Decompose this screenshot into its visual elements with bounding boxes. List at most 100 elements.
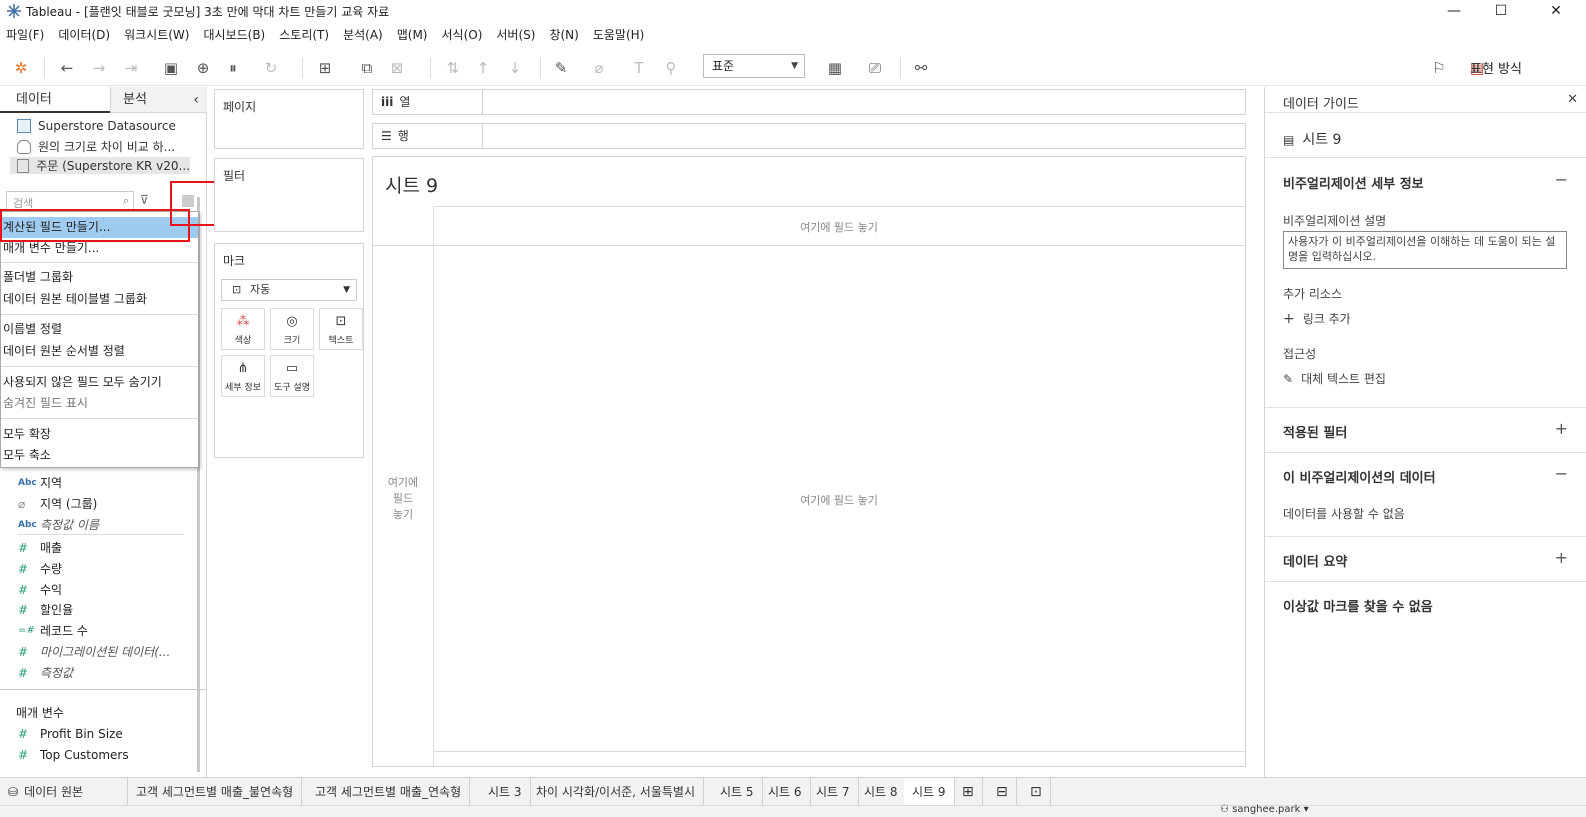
tooltip-button[interactable]: ▭ 도구 설명 — [270, 355, 314, 397]
data-summary-header[interactable]: 데이터 요약 — [1283, 551, 1347, 570]
datasource-item[interactable]: 원의 크기로 차이 비교 하... — [17, 138, 175, 155]
menu-worksheet[interactable]: 워크시트(W) — [124, 24, 189, 46]
sheet-tab[interactable]: 시트 8 — [856, 778, 907, 806]
view-size-select[interactable]: 표준 ▼ — [703, 54, 805, 78]
field-item[interactable]: Abc 측정값 이름 — [18, 516, 99, 533]
menu-help[interactable]: 도움말(H) — [593, 24, 645, 46]
add-link-button[interactable]: + 링크 추가 — [1283, 310, 1351, 327]
drop-zone-rows[interactable]: 여기에 필드 놓기 — [373, 475, 433, 523]
show-me-button[interactable]: 표현 방식 — [1470, 58, 1522, 77]
sheet-tab[interactable]: 차이 시각화/이서준, 서울특별시 — [528, 778, 705, 806]
sheet-tab-active[interactable]: 시트 9 — [904, 778, 955, 806]
pause-updates-icon[interactable]: ⏸ — [222, 57, 244, 79]
new-story-icon[interactable]: ⊡ — [1022, 778, 1051, 806]
share-icon[interactable]: ⚯ — [910, 57, 932, 79]
tab-datasource[interactable]: ⛁ 데이터 원본 — [0, 778, 128, 806]
pages-card[interactable]: 페이지 — [214, 89, 364, 149]
labels-icon[interactable]: T — [628, 57, 650, 79]
sheet-tab[interactable]: 고객 세그먼트별 매출_연속형 — [307, 778, 471, 806]
datasource-item[interactable]: Superstore Datasource — [17, 119, 176, 133]
new-datasource-icon[interactable]: ⊕ — [192, 57, 214, 79]
sort-descending-icon[interactable]: ↓ — [504, 57, 526, 79]
menu-item-collapse-all[interactable]: 모두 축소 — [1, 445, 198, 466]
minimize-button[interactable]: — — [1431, 0, 1477, 22]
filter-icon[interactable]: ⊽ — [140, 193, 149, 207]
viz-details-header[interactable]: 비주얼리제이션 세부 정보 — [1283, 173, 1424, 192]
group-icon[interactable]: ⌀ — [588, 57, 610, 79]
highlight-icon[interactable]: ✎ — [550, 57, 572, 79]
menu-item-group-by-folder[interactable]: 폴더별 그룹화 — [1, 267, 198, 288]
size-button[interactable]: ◎ 크기 — [270, 308, 314, 350]
drop-zone-view[interactable]: 여기에 필드 놓기 — [433, 492, 1245, 508]
field-item[interactable]: # 측정값 — [18, 664, 73, 681]
new-dashboard-icon[interactable]: ⊟ — [988, 778, 1017, 806]
menu-file[interactable]: 파일(F) — [6, 24, 44, 46]
replay-icon[interactable]: ⇥ — [120, 57, 142, 79]
sheet-tab[interactable]: 고객 세그먼트별 매출_불연속형 — [128, 778, 303, 806]
sheet-tab[interactable]: 시트 6 — [760, 778, 811, 806]
sheet-tab[interactable]: 시트 5 — [712, 778, 763, 806]
filters-card[interactable]: 필터 — [214, 158, 364, 232]
tab-analysis[interactable]: 분석 ‹ — [110, 87, 207, 113]
menu-map[interactable]: 맵(M) — [397, 24, 428, 46]
redo-icon[interactable]: → — [88, 57, 110, 79]
detail-button[interactable]: ⋔ 세부 정보 — [221, 355, 265, 397]
sheet-tab[interactable]: 시트 3 — [480, 778, 531, 806]
collapse-icon[interactable]: − — [1555, 464, 1568, 483]
data-guide-icon[interactable]: ⚐ — [1428, 57, 1450, 79]
field-item[interactable]: ⌀ 지역 (그룹) — [18, 495, 97, 512]
new-worksheet-icon[interactable]: ⊞ — [314, 57, 336, 79]
show-cards-icon[interactable]: ▦ — [824, 57, 846, 79]
tableau-home-icon[interactable]: ✲ — [10, 57, 32, 79]
menu-item-show-hidden-fields[interactable]: 숨겨진 필드 표시 — [1, 393, 198, 414]
undo-icon[interactable]: ← — [56, 57, 78, 79]
columns-shelf[interactable]: iii 열 — [372, 89, 1246, 115]
menu-item-expand-all[interactable]: 모두 확장 — [1, 424, 198, 445]
field-item[interactable]: # 매출 — [18, 539, 62, 556]
menu-item-hide-unused-fields[interactable]: 사용되지 않은 필드 모두 숨기기 — [1, 372, 198, 393]
field-item[interactable]: =# 레코드 수 — [18, 622, 88, 639]
field-item[interactable]: # 수익 — [18, 581, 62, 598]
parameter-item[interactable]: # Top Customers — [18, 748, 129, 762]
menu-item-sort-by-name[interactable]: 이름별 정렬 — [1, 319, 198, 340]
field-item[interactable]: # 마이그레이션된 데이터(... — [18, 643, 170, 660]
drop-zone-columns[interactable]: 여기에 필드 놓기 — [433, 219, 1245, 235]
new-worksheet-icon[interactable]: ⊞ — [954, 778, 983, 806]
close-window-button[interactable]: ✕ — [1533, 0, 1579, 22]
menu-item-group-by-table[interactable]: 데이터 원본 테이블별 그룹화 — [1, 289, 198, 310]
field-item[interactable]: Abc 지역 — [18, 474, 62, 491]
menu-story[interactable]: 스토리(T) — [279, 24, 329, 46]
presentation-mode-icon[interactable]: ⎚ — [864, 57, 886, 79]
collapse-pane-icon[interactable]: ‹ — [193, 87, 199, 113]
maximize-button[interactable]: ☐ — [1478, 0, 1524, 22]
viz-data-header[interactable]: 이 비주얼리제이션의 데이터 — [1283, 467, 1436, 486]
expand-icon[interactable]: + — [1555, 548, 1568, 567]
rows-shelf[interactable]: ☰ 행 — [372, 123, 1246, 149]
clear-sheet-icon[interactable]: ⊠ — [386, 57, 408, 79]
applied-filters-header[interactable]: 적용된 필터 — [1283, 422, 1347, 441]
edit-alt-text-button[interactable]: ✎ 대체 텍스트 편집 — [1283, 370, 1386, 387]
label-button[interactable]: ⊡ 텍스트 — [319, 308, 363, 350]
field-item[interactable]: # 수량 — [18, 560, 62, 577]
tab-data[interactable]: 데이터 — [0, 87, 110, 113]
sheet-tab[interactable]: 시트 7 — [808, 778, 859, 806]
mark-type-select[interactable]: ⊡ 자동 ▼ — [221, 279, 357, 301]
duplicate-sheet-icon[interactable]: ⧉ — [356, 57, 378, 79]
menu-item-sort-by-datasource-order[interactable]: 데이터 원본 순서별 정렬 — [1, 341, 198, 362]
menu-analysis[interactable]: 분석(A) — [343, 24, 383, 46]
expand-icon[interactable]: + — [1555, 419, 1568, 438]
field-item[interactable]: # 할인율 — [18, 601, 73, 618]
menu-window[interactable]: 창(N) — [549, 24, 578, 46]
swap-icon[interactable]: ⇅ — [442, 57, 464, 79]
pin-icon[interactable]: ⚲ — [660, 57, 682, 79]
parameter-item[interactable]: # Profit Bin Size — [18, 727, 123, 741]
user-menu[interactable]: ⚇ sanghee.park ▾ — [1220, 804, 1309, 815]
menu-server[interactable]: 서버(S) — [496, 24, 535, 46]
save-icon[interactable]: ▣ — [160, 57, 182, 79]
refresh-icon[interactable]: ↻ — [260, 57, 282, 79]
menu-data[interactable]: 데이터(D) — [58, 24, 110, 46]
menu-dashboard[interactable]: 대시보드(B) — [203, 24, 265, 46]
sort-ascending-icon[interactable]: ↑ — [472, 57, 494, 79]
viz-description-textarea[interactable]: 사용자가 이 비주얼리제이션을 이해하는 데 도움이 되는 설명을 입력하십시오… — [1283, 231, 1567, 269]
collapse-icon[interactable]: − — [1555, 170, 1568, 189]
